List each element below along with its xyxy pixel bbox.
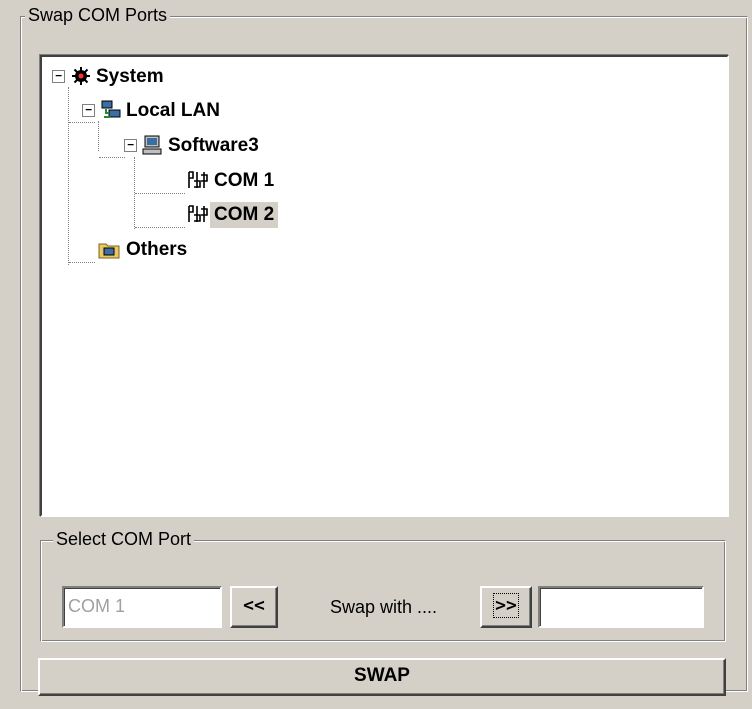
computer-icon bbox=[142, 135, 162, 155]
swap-with-label: Swap with .... bbox=[330, 597, 438, 617]
tree-line bbox=[135, 227, 185, 228]
move-left-button-label: << bbox=[243, 595, 265, 616]
selected-com-port-field[interactable]: COM 1 bbox=[62, 586, 222, 628]
tree-line bbox=[99, 157, 125, 158]
tree-line bbox=[69, 122, 95, 123]
tree-node-label: System bbox=[96, 66, 164, 87]
collapse-icon[interactable]: − bbox=[82, 104, 95, 117]
com-port-icon bbox=[188, 171, 208, 188]
com-port-icon bbox=[188, 205, 208, 222]
tree-node-label: Others bbox=[126, 239, 188, 260]
collapse-icon[interactable]: − bbox=[52, 70, 65, 83]
network-icon bbox=[101, 100, 121, 118]
com-port-tree[interactable]: − System − Local LAN − Software3 COM 1 C… bbox=[40, 55, 729, 517]
system-icon bbox=[72, 67, 90, 85]
group-title: Select COM Port bbox=[53, 528, 195, 550]
tree-node-label: COM 1 bbox=[214, 170, 275, 191]
tree-node-label: Software3 bbox=[168, 135, 259, 156]
tree-line bbox=[135, 193, 185, 194]
group-title: Swap COM Ports bbox=[25, 4, 171, 26]
folder-icon bbox=[98, 243, 120, 259]
move-left-button[interactable]: << bbox=[230, 586, 278, 628]
tree-line bbox=[68, 87, 69, 265]
move-right-button-label: >> bbox=[493, 593, 519, 618]
swap-target-field[interactable] bbox=[538, 586, 704, 628]
tree-node-label: Local LAN bbox=[126, 100, 220, 121]
tree-node-label: COM 2 bbox=[210, 202, 279, 228]
tree-line bbox=[69, 262, 95, 263]
tree-line bbox=[98, 121, 99, 151]
swap-button[interactable]: SWAP bbox=[38, 658, 726, 696]
move-right-button[interactable]: >> bbox=[480, 586, 532, 628]
collapse-icon[interactable]: − bbox=[124, 139, 137, 152]
